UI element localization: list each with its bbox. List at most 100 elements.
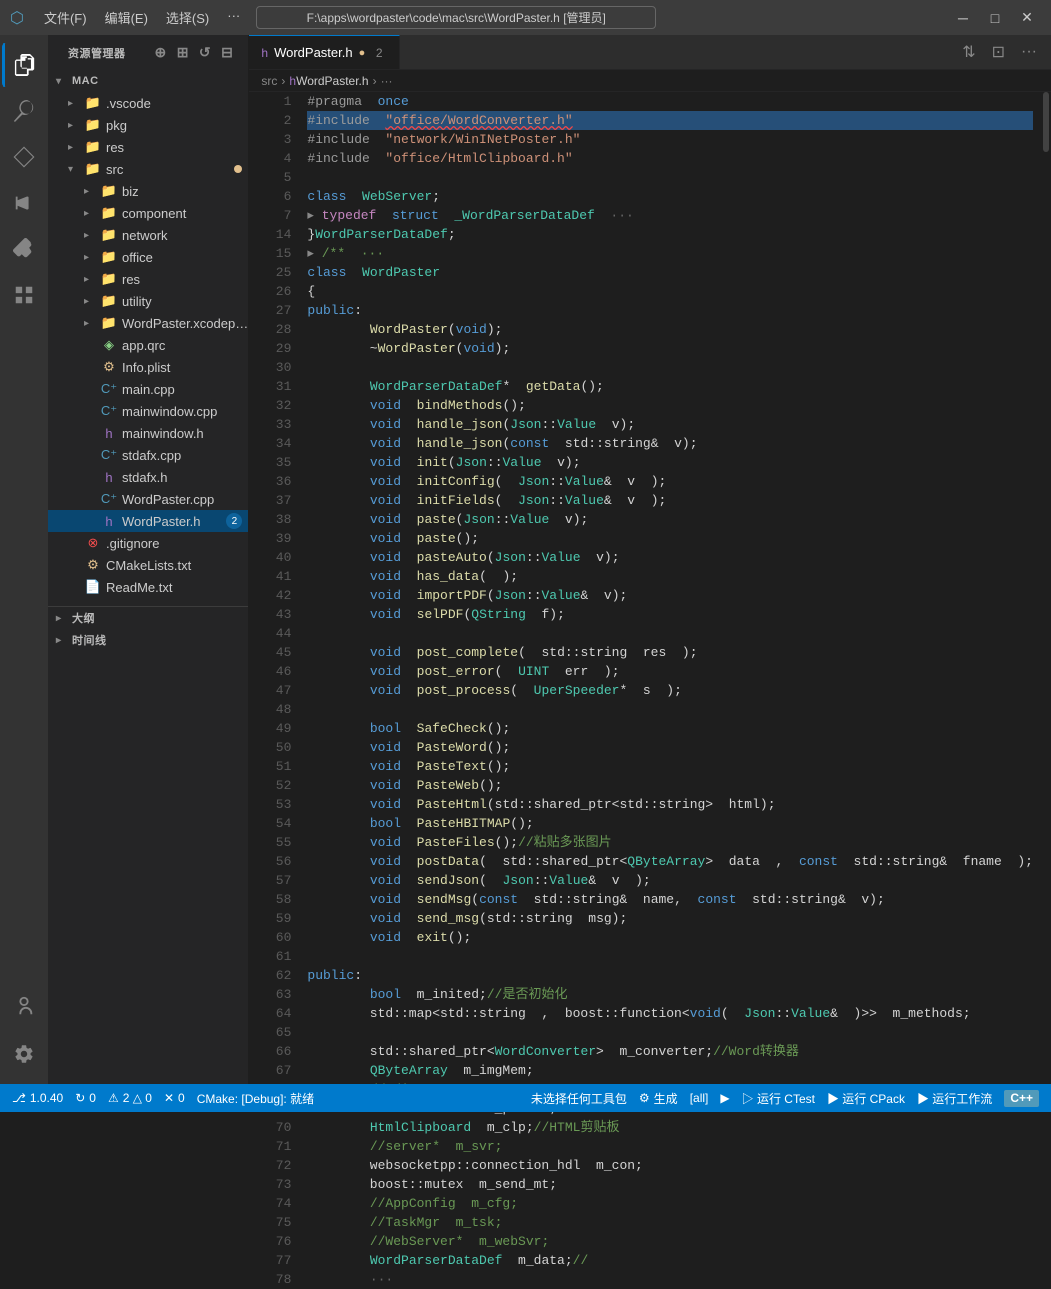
workflow-btn[interactable]: ▶ 运行工作流 [917,1090,992,1107]
item-label: mainwindow.cpp [122,404,248,419]
build-btn[interactable]: ⚙ 生成 [639,1090,678,1107]
code-line-27: public: [307,301,1033,320]
cmake-status[interactable]: CMake: [Debug]: 就绪 [197,1090,314,1107]
tree-item-gitignore[interactable]: ▸ ⊗ .gitignore [48,532,248,554]
tree-item-main-cpp[interactable]: ▸ C⁺ main.cpp [48,378,248,400]
code-line-51: void PasteText(); [307,757,1033,776]
item-label: ReadMe.txt [106,580,248,595]
tab-wordpaster-h[interactable]: h WordPaster.h ● 2 [249,35,400,70]
tree-item-plist[interactable]: ▸ ⚙ Info.plist [48,356,248,378]
code-line-54: bool PasteHBITMAP(); [307,814,1033,833]
minimize-button[interactable]: ─ [949,4,977,32]
item-label: WordPaster.xcodeproj [122,316,248,331]
cpack-btn[interactable]: ▶ 运行 CPack [827,1090,905,1107]
file-icon: h [100,426,118,441]
warnings-status[interactable]: ⚠ 2 △ 0 [108,1091,152,1105]
git-icon: ⎇ [12,1091,26,1105]
menu-select[interactable]: 选择(S) [158,4,217,31]
play-btn[interactable]: ▶ [720,1090,729,1107]
breadcrumb-src[interactable]: src [261,74,277,88]
collapse-all-icon[interactable]: ⊟ [218,42,236,63]
tree-item-stdafx-cpp[interactable]: ▸ C⁺ stdafx.cpp [48,444,248,466]
tree-item-cmake[interactable]: ▸ ⚙ CMakeLists.txt [48,554,248,576]
no-kit[interactable]: 未选择任何工具包 [531,1090,627,1107]
sync-status[interactable]: ↻ 0 [75,1091,96,1105]
no-kit-label: 未选择任何工具包 [531,1090,627,1107]
file-icon: ⚙ [84,557,102,573]
item-label: network [122,228,248,243]
tab-actions: ⇅ ⊡ ··· [956,38,1051,66]
chevron-right-icon: ▸ [56,635,72,646]
close-button[interactable]: ✕ [1013,4,1041,32]
branch-label: 1.0.40 [30,1091,63,1105]
activity-remote[interactable] [2,273,46,317]
timeline-label: 时间线 [72,632,107,648]
tree-item-xcodeproj[interactable]: ▸ 📁 WordPaster.xcodeproj [48,312,248,334]
tree-item-res[interactable]: ▸ 📁 res [48,268,248,290]
tree-item-network[interactable]: ▸ 📁 network [48,224,248,246]
breadcrumb-more[interactable]: ··· [381,74,393,88]
code-line-50: void PasteWord(); [307,738,1033,757]
explorer-actions: ⊕ ⊞ ↺ ⊟ [151,42,236,63]
build-label: 生成 [654,1090,678,1107]
folder-icon: 📁 [100,271,118,287]
timeline-section[interactable]: ▸ 时间线 [48,629,248,651]
activity-search[interactable] [2,89,46,133]
tree-item-office[interactable]: ▸ 📁 office [48,246,248,268]
activity-git[interactable] [2,135,46,179]
activity-settings[interactable] [2,1032,46,1076]
refresh-icon[interactable]: ↺ [196,42,214,63]
tree-item-mainwindow-cpp[interactable]: ▸ C⁺ mainwindow.cpp [48,400,248,422]
tree-item-component[interactable]: ▸ 📁 component [48,202,248,224]
git-branch[interactable]: ⎇ 1.0.40 [12,1091,63,1105]
tree-item-mainwindow-h[interactable]: ▸ h mainwindow.h [48,422,248,444]
breadcrumb-filename[interactable]: WordPaster.h [296,74,368,88]
folder-icon: 📁 [84,161,102,177]
item-label: src [106,162,234,177]
tree-item-src[interactable]: ▾ 📁 src [48,158,248,180]
cmake-label: CMake: [Debug]: 就绪 [197,1090,314,1107]
outline-section[interactable]: ▸ 大纲 [48,607,248,629]
file-tree: ▾ MAC ▸ 📁 .vscode ▸ 📁 pkg ▸ [48,70,248,1084]
menu-more[interactable]: ··· [219,4,248,31]
tree-item-wordpaster-cpp[interactable]: ▸ C⁺ WordPaster.cpp [48,488,248,510]
activity-extensions[interactable] [2,227,46,271]
tree-root-mac[interactable]: ▾ MAC [48,70,248,92]
root-label: MAC [72,75,248,87]
menu-edit[interactable]: 编辑(E) [97,4,156,31]
more-actions-icon[interactable]: ··· [1015,39,1043,65]
tree-item-utility[interactable]: ▸ 📁 utility [48,290,248,312]
tree-item-biz[interactable]: ▸ 📁 biz [48,180,248,202]
code-line-35: void init(Json::Value v); [307,453,1033,472]
activity-account[interactable] [2,984,46,1028]
split-editor-icon[interactable]: ⊡ [986,38,1011,66]
scrollbar-thumb[interactable] [1043,92,1049,152]
tree-item-res-top[interactable]: ▸ 📁 res [48,136,248,158]
all-target[interactable]: [all] [690,1090,709,1107]
activity-run[interactable] [2,181,46,225]
errors-status[interactable]: ✕ 0 [164,1091,185,1105]
activity-explorer[interactable] [2,43,46,87]
code-line-63: bool m_inited;//是否初始化 [307,985,1033,1004]
new-file-icon[interactable]: ⊕ [151,42,169,63]
maximize-button[interactable]: □ [981,4,1009,32]
tree-item-vscode[interactable]: ▸ 📁 .vscode [48,92,248,114]
open-editors-icon[interactable]: ⇅ [956,38,981,66]
code-line-78: ··· [307,1270,1033,1289]
folder-icon: 📁 [100,315,118,331]
tree-item-app-qrc[interactable]: ▸ ◈ app.qrc [48,334,248,356]
chevron-down-icon: ▾ [56,76,72,87]
menu-bar: 文件(F) 编辑(E) 选择(S) ··· [36,4,248,31]
tree-item-readme[interactable]: ▸ 📄 ReadMe.txt [48,576,248,598]
code-line-14: }WordParserDataDef; [307,225,1033,244]
chevron-right-icon: ▸ [56,613,72,624]
tree-item-stdafx-h[interactable]: ▸ h stdafx.h [48,466,248,488]
tab-close-button[interactable]: 2 [371,45,387,61]
tree-item-pkg[interactable]: ▸ 📁 pkg [48,114,248,136]
tree-item-wordpaster-h[interactable]: ▸ h WordPaster.h 2 [48,510,248,532]
modified-dot [234,165,242,173]
ctest-btn[interactable]: ▷ 运行 CTest [742,1090,815,1107]
new-folder-icon[interactable]: ⊞ [174,42,192,63]
menu-file[interactable]: 文件(F) [36,4,95,31]
code-line-32: void bindMethods(); [307,396,1033,415]
